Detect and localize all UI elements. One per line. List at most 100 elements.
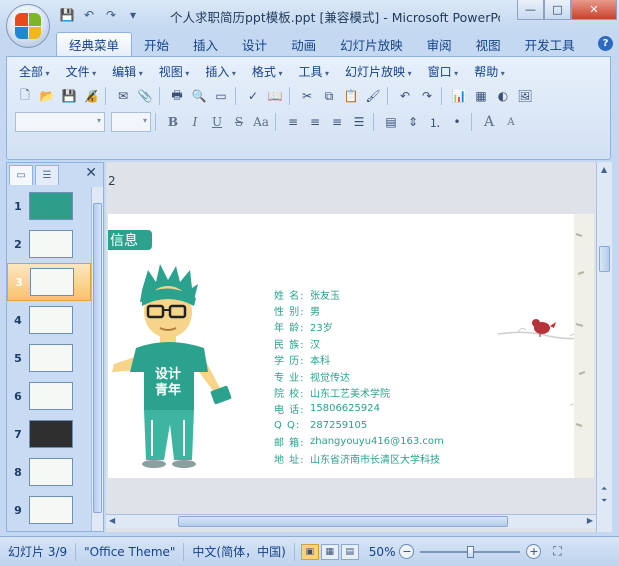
bullets-icon[interactable]: • [447,112,467,132]
panel-scrollbar[interactable] [91,187,103,531]
print-preview-icon[interactable]: 🔍 [189,86,209,106]
slide-thumbnail-image[interactable] [30,268,74,296]
slide-thumbnail[interactable]: 7 [7,415,91,453]
align-left-icon[interactable]: ≡ [283,112,303,132]
menu-tools[interactable]: 工具 [292,63,339,81]
undo-icon[interactable]: ↶ [80,6,98,24]
panel-close-icon[interactable]: ✕ [85,165,97,181]
align-right-icon[interactable]: ≡ [327,112,347,132]
open-folder-icon[interactable]: 📂 [37,86,57,106]
slide-thumbnail-image[interactable] [29,420,73,448]
slide-thumbnail-image[interactable] [29,344,73,372]
current-slide[interactable]: 信息 设计 青年 姓 名: 张友玉 性 别: 男 年 龄: 23岁 民 族: 汉… [108,214,594,478]
horizontal-scroll-thumb[interactable] [178,516,508,527]
menu-file[interactable]: 文件 [60,63,107,81]
office-button[interactable] [6,4,50,48]
menu-view[interactable]: 视图 [153,63,200,81]
maximize-button[interactable]: □ [544,0,571,20]
color-grayscale-icon[interactable]: ◐ [493,86,513,106]
permission-icon[interactable]: 🔏 [81,86,101,106]
grow-font-button[interactable]: A [479,112,499,132]
research-icon[interactable]: 📖 [265,86,285,106]
theme-name[interactable]: "Office Theme" [76,542,185,561]
slideshow-view-icon[interactable]: ▤ [340,543,359,560]
menu-slideshow[interactable]: 幻灯片放映 [339,63,422,81]
customize-qat-icon[interactable]: ▾ [124,6,142,24]
columns-icon[interactable]: ▤ [381,112,401,132]
slide-thumbnail-image[interactable] [29,382,73,410]
chart-icon[interactable]: 📊 [449,86,469,106]
format-painter-icon[interactable]: 🖌 [363,86,383,106]
close-button[interactable]: ✕ [571,0,617,20]
slide-thumbnail[interactable]: 4 [7,301,91,339]
help-icon[interactable]: ? [598,36,613,51]
email-icon[interactable]: ✉ [113,86,133,106]
print-icon[interactable]: 🖶 [167,86,187,106]
scroll-left-icon[interactable]: ◀ [109,516,115,525]
font-name-combo[interactable] [15,112,105,132]
slide-thumbnail-image[interactable] [29,230,73,258]
new-doc-icon[interactable]: 🗋 [15,86,35,106]
slide-thumbnail[interactable]: 2 [7,225,91,263]
vertical-scroll-thumb[interactable] [599,246,610,272]
slides-tab[interactable]: ▭ [9,165,33,185]
justify-icon[interactable]: ☰ [349,112,369,132]
redo-icon[interactable]: ↷ [102,6,120,24]
attach-icon[interactable]: 📎 [135,86,155,106]
copy-icon[interactable]: ⧉ [319,86,339,106]
tab-insert[interactable]: 插入 [181,32,230,56]
strikethrough-button[interactable]: S [229,112,249,132]
font-size-combo[interactable] [111,112,151,132]
normal-view-icon[interactable]: ▣ [300,543,319,560]
spelling-icon[interactable]: ✓ [243,86,263,106]
tab-classic-menu[interactable]: 经典菜单 [56,32,133,56]
zoom-slider-knob[interactable] [466,545,474,558]
outline-tab[interactable]: ☰ [35,165,59,185]
language-indicator[interactable]: 中文(简体，中国) [184,542,295,561]
cut-icon[interactable]: ✂ [297,86,317,106]
tab-view[interactable]: 视图 [464,32,513,56]
fit-to-window-icon[interactable]: ⛶ [547,542,567,562]
prev-slide-icon[interactable]: ⏶ [601,484,607,494]
tab-developer[interactable]: 开发工具 [513,32,587,56]
menu-help[interactable]: 帮助 [468,63,515,81]
menu-insert[interactable]: 插入 [199,63,246,81]
horizontal-scrollbar[interactable]: ◀ ▶ [106,514,596,528]
menu-window[interactable]: 窗口 [422,63,469,81]
slide-thumbnail[interactable]: 8 [7,453,91,491]
tab-slideshow[interactable]: 幻灯片放映 [328,32,415,56]
change-case-button[interactable]: Aa [251,112,271,132]
slide-thumbnail-image[interactable] [29,192,73,220]
menu-format[interactable]: 格式 [246,63,293,81]
minimize-button[interactable]: — [517,0,544,20]
tab-review[interactable]: 审阅 [415,32,464,56]
redo-icon[interactable]: ↷ [417,86,437,106]
slide-thumbnail-image[interactable] [29,306,73,334]
tab-design[interactable]: 设计 [230,32,279,56]
save-icon[interactable]: 💾 [59,86,79,106]
slide-thumbnail[interactable]: 1 [7,187,91,225]
line-spacing-icon[interactable]: ⇕ [403,112,423,132]
paste-icon[interactable]: 📋 [341,86,361,106]
italic-button[interactable]: I [185,112,205,132]
vertical-scrollbar[interactable]: ▲ ⏶ ⏷ [596,162,612,532]
menu-edit[interactable]: 编辑 [106,63,153,81]
tab-home[interactable]: 开始 [132,32,181,56]
screen-icon[interactable]: ▭ [211,86,231,106]
next-slide-icon[interactable]: ⏷ [601,496,607,506]
zoom-level[interactable]: 50% [365,545,400,559]
slide-thumbnail[interactable]: 3 [7,263,91,301]
slide-thumbnail[interactable]: 6 [7,377,91,415]
numbering-icon[interactable]: ⒈ [425,112,445,132]
zoom-slider[interactable] [420,545,521,559]
undo-icon[interactable]: ↶ [395,86,415,106]
save-icon[interactable]: 💾 [58,6,76,24]
underline-button[interactable]: U [207,112,227,132]
slide-thumbnail[interactable]: 9 [7,491,91,529]
panel-scroll-thumb[interactable] [93,203,102,513]
zoom-in-icon[interactable]: + [526,544,542,559]
align-center-icon[interactable]: ≡ [305,112,325,132]
slide-thumbnail-image[interactable] [29,496,73,524]
slide-sorter-icon[interactable]: ▦ [320,543,339,560]
menu-all[interactable]: 全部 [13,63,60,81]
